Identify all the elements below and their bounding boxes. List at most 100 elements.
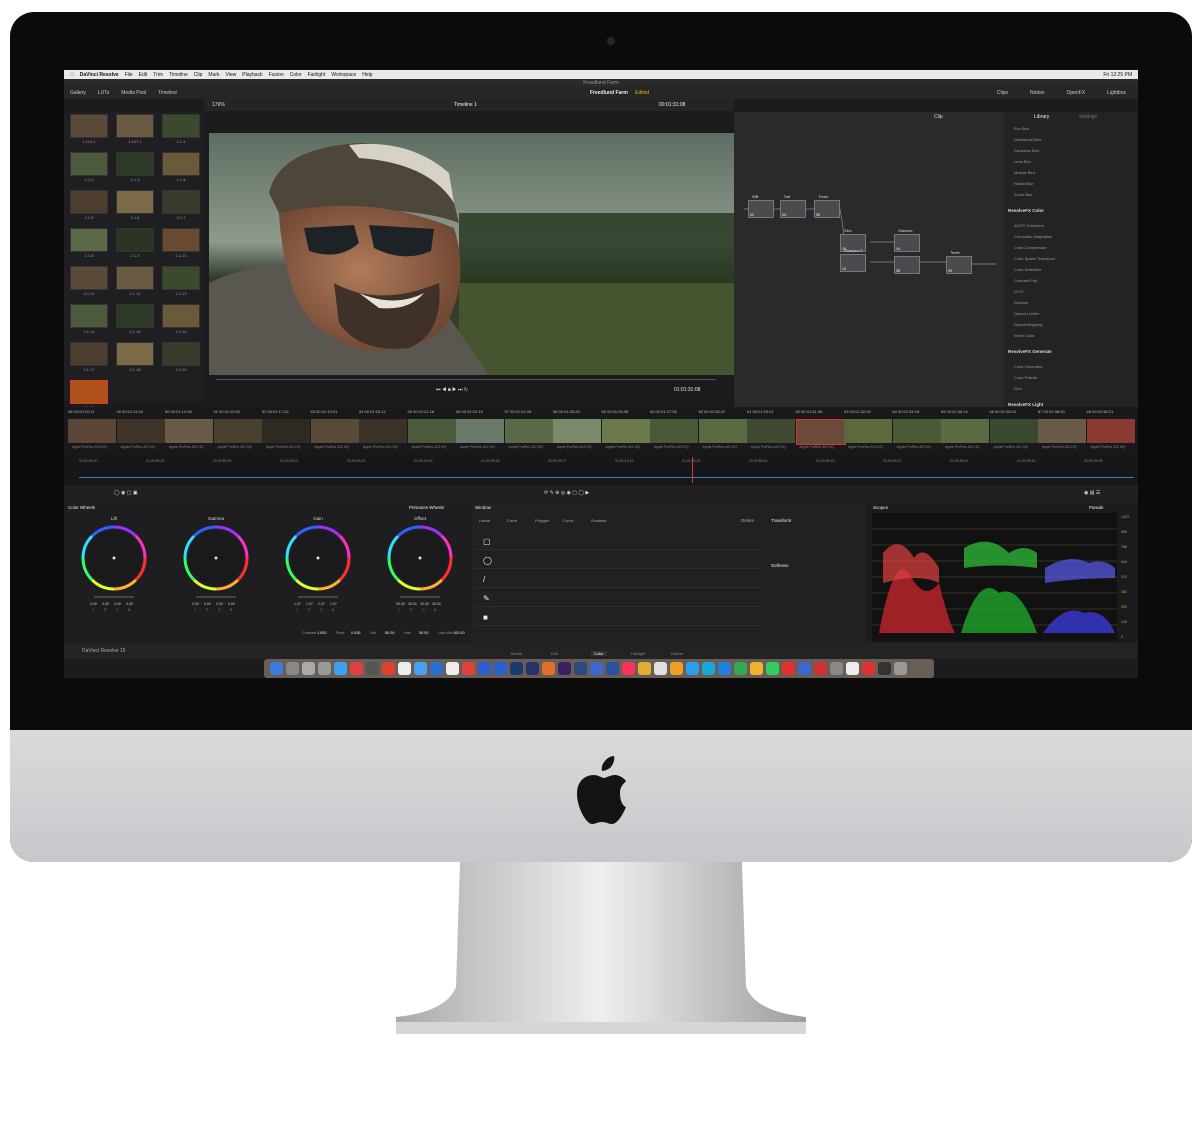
page-tab-deliver[interactable]: Deliver bbox=[671, 651, 683, 656]
timeline-clip[interactable] bbox=[504, 419, 553, 443]
dock-app-icon[interactable] bbox=[446, 662, 459, 675]
window-tool-button[interactable]: Curve bbox=[563, 518, 574, 523]
timeline-clip[interactable] bbox=[1038, 419, 1086, 443]
wheels-mode-dropdown[interactable]: Primaries Wheels bbox=[409, 505, 444, 510]
gallery-thumbnail[interactable]: 2.1.6 bbox=[116, 190, 154, 220]
menu-mark[interactable]: Mark bbox=[208, 72, 219, 78]
dock-app-icon[interactable] bbox=[382, 662, 395, 675]
window-shape-row[interactable]: ▢ bbox=[475, 533, 760, 550]
timeline-clip[interactable] bbox=[359, 419, 407, 443]
window-shape-row[interactable]: ■ bbox=[475, 609, 760, 626]
openfx-item[interactable]: Gamut Limiter bbox=[1014, 311, 1039, 316]
openfx-item[interactable]: Radial Blur bbox=[1014, 181, 1034, 186]
adjust-value[interactable]: 0.435 bbox=[351, 631, 361, 635]
color-wheel[interactable] bbox=[181, 523, 251, 593]
gallery-thumbnail[interactable]: 2.1.10 bbox=[162, 228, 200, 258]
dock-app-icon[interactable] bbox=[606, 662, 619, 675]
color-wheel[interactable] bbox=[283, 523, 353, 593]
window-tool-button[interactable]: Gradient bbox=[591, 518, 606, 523]
gallery-thumbnail[interactable]: 2.1.5 bbox=[70, 190, 108, 220]
viewer-scrubber[interactable] bbox=[216, 379, 716, 380]
color-node[interactable]: 14 bbox=[894, 234, 920, 252]
timeline-clip[interactable] bbox=[844, 419, 892, 443]
wheel-value[interactable]: 0.00 bbox=[204, 602, 211, 606]
timeline-clip[interactable] bbox=[213, 419, 262, 443]
apple-menu-icon[interactable]:  bbox=[70, 72, 74, 78]
openfx-item[interactable]: Directional Blur bbox=[1014, 137, 1041, 142]
openfx-item[interactable]: Box Blur bbox=[1014, 126, 1029, 131]
gallery-thumbnail[interactable]: 2.1.15 bbox=[116, 304, 154, 334]
dock-app-icon[interactable] bbox=[430, 662, 443, 675]
lightbox-button[interactable]: Lightbox bbox=[1107, 90, 1126, 96]
window-tool-button[interactable]: Polygon bbox=[535, 518, 549, 523]
color-node[interactable]: 08 bbox=[894, 256, 920, 274]
luts-tab[interactable]: LUTs bbox=[98, 90, 109, 96]
dock-app-icon[interactable] bbox=[366, 662, 379, 675]
dock-app-icon[interactable] bbox=[318, 662, 331, 675]
page-tab-media[interactable]: Media bbox=[511, 651, 522, 656]
dock-app-icon[interactable] bbox=[638, 662, 651, 675]
timeline-clip[interactable] bbox=[407, 419, 456, 443]
window-tool-button[interactable]: Circle bbox=[507, 518, 517, 523]
dock-app-icon[interactable] bbox=[334, 662, 347, 675]
timeline-tab[interactable]: Timeline bbox=[158, 90, 177, 96]
dock-app-icon[interactable] bbox=[350, 662, 363, 675]
openfx-item[interactable]: Gamut Mapping bbox=[1014, 322, 1042, 327]
gallery-thumbnail[interactable]: 2.1.16 bbox=[162, 304, 200, 334]
timeline-clip[interactable] bbox=[650, 419, 698, 443]
openfx-item[interactable]: Color Generator bbox=[1014, 364, 1043, 369]
wheel-value[interactable]: 1.07 bbox=[330, 602, 337, 606]
dock-app-icon[interactable] bbox=[542, 662, 555, 675]
dock-app-icon[interactable] bbox=[574, 662, 587, 675]
gallery-thumbnail[interactable]: 2.1.19 bbox=[162, 342, 200, 372]
wheel-value[interactable]: 1.07 bbox=[306, 602, 313, 606]
page-tab-color[interactable]: Color bbox=[591, 651, 607, 656]
gallery-thumbnail[interactable]: 2.1.11 bbox=[70, 266, 108, 296]
timeline-clip[interactable] bbox=[892, 419, 941, 443]
wheel-master-slider[interactable] bbox=[400, 596, 440, 598]
gallery-thumbnail[interactable]: 2.1.4 bbox=[162, 152, 200, 182]
dock-app-icon[interactable] bbox=[398, 662, 411, 675]
library-tab[interactable]: Library bbox=[1034, 114, 1049, 120]
gallery-thumbnail[interactable]: 1.114.1 bbox=[70, 114, 108, 144]
openfx-item[interactable]: Color Space Transform bbox=[1014, 256, 1055, 261]
openfx-item[interactable]: Color Compressor bbox=[1014, 245, 1046, 250]
menu-edit[interactable]: Edit bbox=[139, 72, 148, 78]
dock-app-icon[interactable] bbox=[494, 662, 507, 675]
dock-app-icon[interactable] bbox=[286, 662, 299, 675]
menu-fusion[interactable]: Fusion bbox=[269, 72, 284, 78]
dock-app-icon[interactable] bbox=[766, 662, 779, 675]
dock-app-icon[interactable] bbox=[302, 662, 315, 675]
dock-app-icon[interactable] bbox=[686, 662, 699, 675]
dock-app-icon[interactable] bbox=[878, 662, 891, 675]
wheel-value[interactable]: 1.07 bbox=[294, 602, 301, 606]
wheel-master-slider[interactable] bbox=[298, 596, 338, 598]
menu-fairlight[interactable]: Fairlight bbox=[308, 72, 326, 78]
menu-timeline[interactable]: Timeline bbox=[169, 72, 188, 78]
wheel-value[interactable]: 25.00 bbox=[420, 602, 429, 606]
dock-app-icon[interactable] bbox=[590, 662, 603, 675]
menu-workspace[interactable]: Workspace bbox=[331, 72, 356, 78]
menu-view[interactable]: View bbox=[226, 72, 237, 78]
gallery-thumbnail[interactable]: 2.1.17 bbox=[70, 342, 108, 372]
gallery-thumbnail[interactable]: 2.1.18 bbox=[116, 342, 154, 372]
gallery-thumbnail[interactable]: 2.1.8 bbox=[70, 228, 108, 258]
clips-button[interactable]: Clips bbox=[997, 90, 1008, 96]
dock-app-icon[interactable] bbox=[558, 662, 571, 675]
dock-app-icon[interactable] bbox=[414, 662, 427, 675]
dock-app-icon[interactable] bbox=[526, 662, 539, 675]
openfx-item[interactable]: Color Palette bbox=[1014, 375, 1037, 380]
dock-app-icon[interactable] bbox=[862, 662, 875, 675]
wheel-value[interactable]: 25.00 bbox=[396, 602, 405, 606]
color-node[interactable]: 05 bbox=[814, 200, 840, 218]
timeline-clip[interactable] bbox=[989, 419, 1038, 443]
gallery-thumbnail[interactable]: 2.1.7 bbox=[162, 190, 200, 220]
transport-controls[interactable]: ⏮ ◀ ■ ▶ ⏭ ↻ bbox=[436, 387, 468, 393]
window-shape-row[interactable]: / bbox=[475, 571, 760, 588]
gallery-thumbnail[interactable]: 2.1.12 bbox=[116, 266, 154, 296]
adjust-value[interactable]: 50.00 bbox=[419, 631, 429, 635]
color-node[interactable]: 12 bbox=[840, 254, 866, 272]
wheel-value[interactable]: 0.00 bbox=[216, 602, 223, 606]
timeline-clip[interactable] bbox=[601, 419, 650, 443]
window-delete-button[interactable]: Delete bbox=[741, 518, 754, 523]
